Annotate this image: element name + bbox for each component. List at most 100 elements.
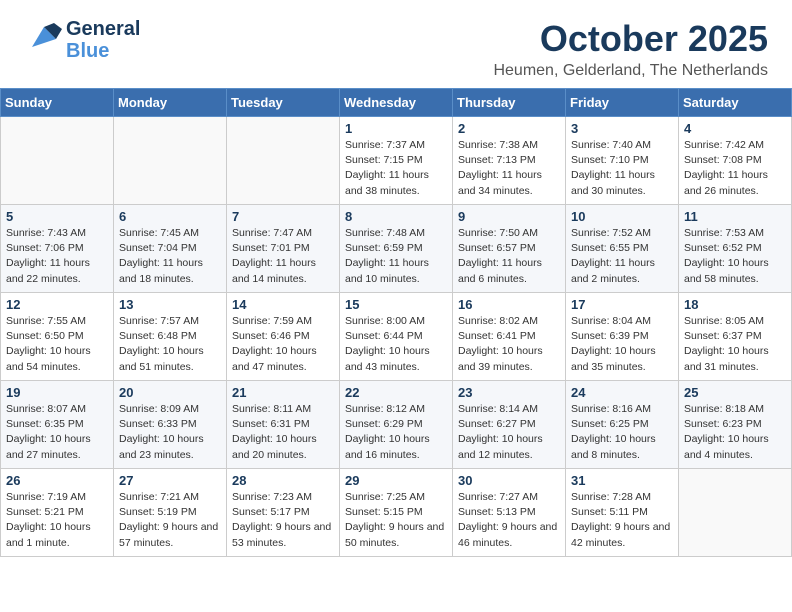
calendar-cell (1, 117, 114, 205)
calendar-cell: 3 Sunrise: 7:40 AM Sunset: 7:10 PM Daylig… (566, 117, 679, 205)
location-title: Heumen, Gelderland, The Netherlands (493, 62, 768, 80)
day-number: 22 (345, 385, 447, 400)
day-info: Sunrise: 8:09 AM Sunset: 6:33 PM Dayligh… (119, 402, 221, 463)
calendar-cell: 25 Sunrise: 8:18 AM Sunset: 6:23 PM Dayli… (679, 381, 792, 469)
day-info: Sunrise: 7:55 AM Sunset: 6:50 PM Dayligh… (6, 314, 108, 375)
day-info: Sunrise: 7:37 AM Sunset: 7:15 PM Dayligh… (345, 138, 447, 199)
calendar-cell: 4Sunrise: 7:42 AM Sunset: 7:08 PM Daylig… (679, 117, 792, 205)
title-block: October 2025 Heumen, Gelderland, The Net… (493, 18, 768, 80)
calendar-cell: 18 Sunrise: 8:05 AM Sunset: 6:37 PM Dayli… (679, 293, 792, 381)
day-info: Sunrise: 7:50 AM Sunset: 6:57 PM Dayligh… (458, 226, 560, 287)
day-number: 13 (119, 297, 221, 312)
day-info: Sunrise: 7:45 AM Sunset: 7:04 PM Dayligh… (119, 226, 221, 287)
day-number: 30 (458, 473, 560, 488)
calendar-table: SundayMondayTuesdayWednesdayThursdayFrid… (0, 88, 792, 557)
day-info: Sunrise: 7:23 AM Sunset: 5:17 PM Dayligh… (232, 490, 334, 551)
day-number: 27 (119, 473, 221, 488)
logo-text-general: General (66, 18, 140, 40)
day-number: 18 (684, 297, 786, 312)
day-number: 20 (119, 385, 221, 400)
calendar-cell: 19 Sunrise: 8:07 AM Sunset: 6:35 PM Dayli… (1, 381, 114, 469)
day-number: 31 (571, 473, 673, 488)
day-number: 7 (232, 209, 334, 224)
day-number: 6 (119, 209, 221, 224)
calendar-cell: 6 Sunrise: 7:45 AM Sunset: 7:04 PM Daylig… (114, 205, 227, 293)
calendar-cell (227, 117, 340, 205)
day-number: 19 (6, 385, 108, 400)
calendar-cell: 16 Sunrise: 8:02 AM Sunset: 6:41 PM Dayli… (453, 293, 566, 381)
day-number: 1 (345, 121, 447, 136)
calendar-cell: 5 Sunrise: 7:43 AM Sunset: 7:06 PM Daylig… (1, 205, 114, 293)
calendar-cell: 1 Sunrise: 7:37 AM Sunset: 7:15 PM Daylig… (340, 117, 453, 205)
day-info: Sunrise: 8:12 AM Sunset: 6:29 PM Dayligh… (345, 402, 447, 463)
calendar-cell: 2 Sunrise: 7:38 AM Sunset: 7:13 PM Daylig… (453, 117, 566, 205)
calendar-cell: 14 Sunrise: 7:59 AM Sunset: 6:46 PM Dayli… (227, 293, 340, 381)
logo: General Blue (24, 18, 140, 62)
day-info: Sunrise: 7:19 AM Sunset: 5:21 PM Dayligh… (6, 490, 108, 551)
day-number: 29 (345, 473, 447, 488)
calendar-cell: 29Sunrise: 7:25 AM Sunset: 5:15 PM Dayli… (340, 469, 453, 557)
page-header: General Blue October 2025 Heumen, Gelder… (0, 0, 792, 88)
weekday-header-sunday: Sunday (1, 89, 114, 117)
logo-icon (24, 19, 62, 62)
day-info: Sunrise: 7:27 AM Sunset: 5:13 PM Dayligh… (458, 490, 560, 551)
day-number: 5 (6, 209, 108, 224)
calendar-cell: 12 Sunrise: 7:55 AM Sunset: 6:50 PM Dayli… (1, 293, 114, 381)
day-number: 12 (6, 297, 108, 312)
month-title: October 2025 (493, 18, 768, 60)
day-number: 3 (571, 121, 673, 136)
day-number: 10 (571, 209, 673, 224)
calendar-cell: 27 Sunrise: 7:21 AM Sunset: 5:19 PM Dayli… (114, 469, 227, 557)
calendar-cell: 7 Sunrise: 7:47 AM Sunset: 7:01 PM Daylig… (227, 205, 340, 293)
day-info: Sunrise: 7:21 AM Sunset: 5:19 PM Dayligh… (119, 490, 221, 551)
day-number: 17 (571, 297, 673, 312)
day-info: Sunrise: 7:47 AM Sunset: 7:01 PM Dayligh… (232, 226, 334, 287)
weekday-header-friday: Friday (566, 89, 679, 117)
day-info: Sunrise: 7:52 AM Sunset: 6:55 PM Dayligh… (571, 226, 673, 287)
day-number: 16 (458, 297, 560, 312)
day-info: Sunrise: 8:07 AM Sunset: 6:35 PM Dayligh… (6, 402, 108, 463)
day-number: 14 (232, 297, 334, 312)
day-number: 24 (571, 385, 673, 400)
day-number: 4 (684, 121, 786, 136)
day-number: 2 (458, 121, 560, 136)
weekday-header-tuesday: Tuesday (227, 89, 340, 117)
day-info: Sunrise: 7:48 AM Sunset: 6:59 PM Dayligh… (345, 226, 447, 287)
calendar-cell: 21Sunrise: 8:11 AM Sunset: 6:31 PM Dayli… (227, 381, 340, 469)
calendar-cell (114, 117, 227, 205)
day-info: Sunrise: 7:43 AM Sunset: 7:06 PM Dayligh… (6, 226, 108, 287)
day-info: Sunrise: 8:02 AM Sunset: 6:41 PM Dayligh… (458, 314, 560, 375)
day-info: Sunrise: 8:11 AM Sunset: 6:31 PM Dayligh… (232, 402, 334, 463)
day-number: 26 (6, 473, 108, 488)
day-number: 23 (458, 385, 560, 400)
weekday-header-thursday: Thursday (453, 89, 566, 117)
calendar-cell: 26 Sunrise: 7:19 AM Sunset: 5:21 PM Dayli… (1, 469, 114, 557)
calendar-cell (679, 469, 792, 557)
calendar-cell: 30 Sunrise: 7:27 AM Sunset: 5:13 PM Dayli… (453, 469, 566, 557)
calendar-cell: 22 Sunrise: 8:12 AM Sunset: 6:29 PM Dayli… (340, 381, 453, 469)
calendar-cell: 17Sunrise: 8:04 AM Sunset: 6:39 PM Dayli… (566, 293, 679, 381)
calendar-cell: 24Sunrise: 8:16 AM Sunset: 6:25 PM Dayli… (566, 381, 679, 469)
day-info: Sunrise: 7:28 AM Sunset: 5:11 PM Dayligh… (571, 490, 673, 551)
day-info: Sunrise: 8:05 AM Sunset: 6:37 PM Dayligh… (684, 314, 786, 375)
calendar-cell: 28Sunrise: 7:23 AM Sunset: 5:17 PM Dayli… (227, 469, 340, 557)
day-info: Sunrise: 7:40 AM Sunset: 7:10 PM Dayligh… (571, 138, 673, 199)
logo-text-blue: Blue (66, 40, 140, 62)
day-info: Sunrise: 7:53 AM Sunset: 6:52 PM Dayligh… (684, 226, 786, 287)
day-number: 15 (345, 297, 447, 312)
weekday-header-saturday: Saturday (679, 89, 792, 117)
day-number: 25 (684, 385, 786, 400)
day-info: Sunrise: 7:59 AM Sunset: 6:46 PM Dayligh… (232, 314, 334, 375)
calendar-cell: 31 Sunrise: 7:28 AM Sunset: 5:11 PM Dayli… (566, 469, 679, 557)
day-number: 11 (684, 209, 786, 224)
calendar-cell: 15Sunrise: 8:00 AM Sunset: 6:44 PM Dayli… (340, 293, 453, 381)
day-number: 9 (458, 209, 560, 224)
weekday-header-wednesday: Wednesday (340, 89, 453, 117)
day-info: Sunrise: 8:18 AM Sunset: 6:23 PM Dayligh… (684, 402, 786, 463)
calendar-cell: 23 Sunrise: 8:14 AM Sunset: 6:27 PM Dayli… (453, 381, 566, 469)
day-info: Sunrise: 7:38 AM Sunset: 7:13 PM Dayligh… (458, 138, 560, 199)
day-number: 8 (345, 209, 447, 224)
calendar-cell: 11 Sunrise: 7:53 AM Sunset: 6:52 PM Dayli… (679, 205, 792, 293)
calendar-cell: 13Sunrise: 7:57 AM Sunset: 6:48 PM Dayli… (114, 293, 227, 381)
day-info: Sunrise: 8:14 AM Sunset: 6:27 PM Dayligh… (458, 402, 560, 463)
